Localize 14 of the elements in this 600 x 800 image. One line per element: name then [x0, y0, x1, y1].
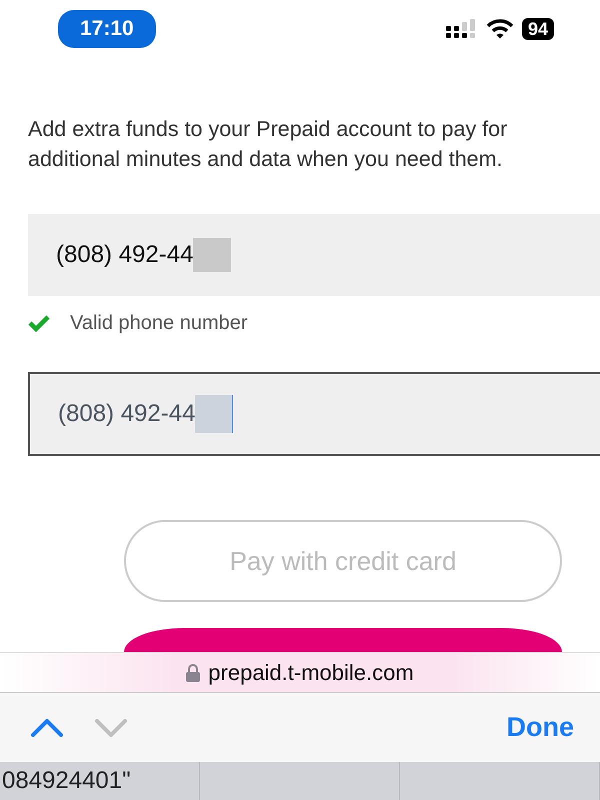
url-text: prepaid.t-mobile.com [208, 659, 414, 687]
redaction-mark [195, 395, 234, 433]
clock: 17:10 [58, 10, 156, 48]
validation-message: Valid phone number [70, 311, 248, 336]
battery-level: 94 [522, 18, 554, 40]
redaction-mark [193, 238, 232, 272]
wifi-icon [486, 19, 514, 39]
signal-icon [446, 19, 478, 39]
description-text: Add extra funds to your Prepaid account to pay for additional minutes and data when you need them. [28, 116, 508, 173]
address-bar[interactable]: prepaid.t-mobile.com [0, 652, 600, 692]
previous-field-button[interactable] [30, 718, 64, 738]
done-button[interactable]: Done [506, 707, 574, 748]
confirm-phone-field[interactable]: (808) 492-44 [28, 372, 600, 456]
phone-field[interactable]: (808) 492-44 [28, 214, 600, 296]
